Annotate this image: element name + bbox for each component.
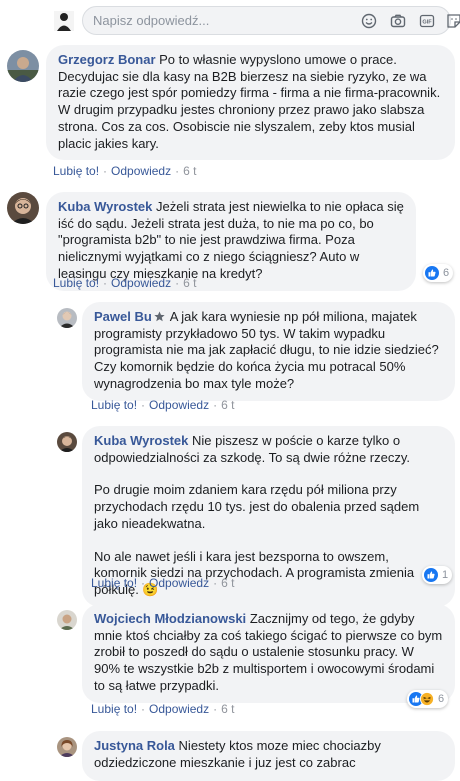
camera-icon[interactable] [390, 13, 406, 29]
comment-actions: Lubię to! · Odpowiedz · 6 t [91, 398, 235, 412]
comment-time[interactable]: 6 t [221, 576, 234, 590]
current-user-avatar [54, 11, 74, 31]
like-link[interactable]: Lubię to! [53, 276, 99, 290]
comment-actions: Lubię to! · Odpowiedz · 6 t [53, 276, 197, 290]
comment-time[interactable]: 6 t [183, 164, 196, 178]
reply-link[interactable]: Odpowiedz [149, 398, 209, 412]
comment-author[interactable]: Pawel Bu [94, 309, 152, 324]
comment-author[interactable]: Kuba Wyrostek [58, 199, 152, 214]
avatar[interactable] [57, 432, 77, 452]
comment-bubble: Wojciech Młodzianowski Zacznijmy od tego… [82, 604, 455, 703]
comment-time[interactable]: 6 t [221, 398, 234, 412]
reply-link[interactable]: Odpowiedz [111, 276, 171, 290]
like-link[interactable]: Lubię to! [53, 164, 99, 178]
reaction-number: 1 [442, 569, 449, 581]
comment-time[interactable]: 6 t [221, 702, 234, 716]
gif-icon[interactable]: GIF [419, 13, 435, 29]
like-reaction-icon [424, 568, 438, 582]
comment-actions: Lubię to! · Odpowiedz · 6 t [53, 164, 197, 178]
comment-bubble: Grzegorz Bonar Po to własnie wypyslono u… [46, 45, 455, 161]
comment-time[interactable]: 6 t [183, 276, 196, 290]
avatar[interactable] [7, 50, 39, 82]
reply-box[interactable]: GIF [82, 6, 460, 35]
comment-bubble: Justyna Rola Niestety ktos moze miec cho… [82, 731, 455, 781]
reaction-number: 6 [443, 267, 450, 279]
comment-text: No ale nawet jeśli i kara jest bezsporna… [94, 548, 415, 597]
like-link[interactable]: Lubię to! [91, 702, 137, 716]
comment-author[interactable]: Grzegorz Bonar [58, 52, 156, 67]
comment-text: Po drugie moim zdaniem kara rzędu pół mi… [94, 482, 420, 531]
svg-text:GIF: GIF [422, 20, 432, 26]
reply-link[interactable]: Odpowiedz [111, 164, 171, 178]
reply-link[interactable]: Odpowiedz [149, 576, 209, 590]
haha-reaction-icon [420, 692, 434, 706]
like-link[interactable]: Lubię to! [91, 398, 137, 412]
reaction-number: 6 [438, 693, 445, 705]
reaction-count[interactable]: 6 [407, 690, 449, 708]
avatar[interactable] [57, 308, 77, 328]
avatar[interactable] [57, 610, 77, 630]
reaction-count[interactable]: 1 [422, 566, 453, 584]
comment-actions: Lubię to! · Odpowiedz · 6 t [91, 576, 235, 590]
avatar[interactable] [57, 737, 77, 757]
top-fan-star-icon [154, 310, 165, 322]
avatar[interactable] [7, 192, 39, 224]
sticker-icon[interactable] [446, 13, 460, 29]
comment-author[interactable]: Justyna Rola [94, 738, 175, 753]
comment-author[interactable]: Kuba Wyrostek [94, 433, 188, 448]
reply-link[interactable]: Odpowiedz [149, 702, 209, 716]
reply-input[interactable] [93, 7, 343, 34]
like-link[interactable]: Lubię to! [91, 576, 137, 590]
like-reaction-icon [425, 266, 439, 280]
emoji-icon[interactable] [361, 13, 377, 29]
comment-author[interactable]: Wojciech Młodzianowski [94, 611, 246, 626]
comment-bubble: Pawel Bu A jak kara wyniesie np pół mili… [82, 302, 455, 401]
reaction-count[interactable]: 6 [423, 264, 454, 282]
comment-actions: Lubię to! · Odpowiedz · 6 t [91, 702, 235, 716]
